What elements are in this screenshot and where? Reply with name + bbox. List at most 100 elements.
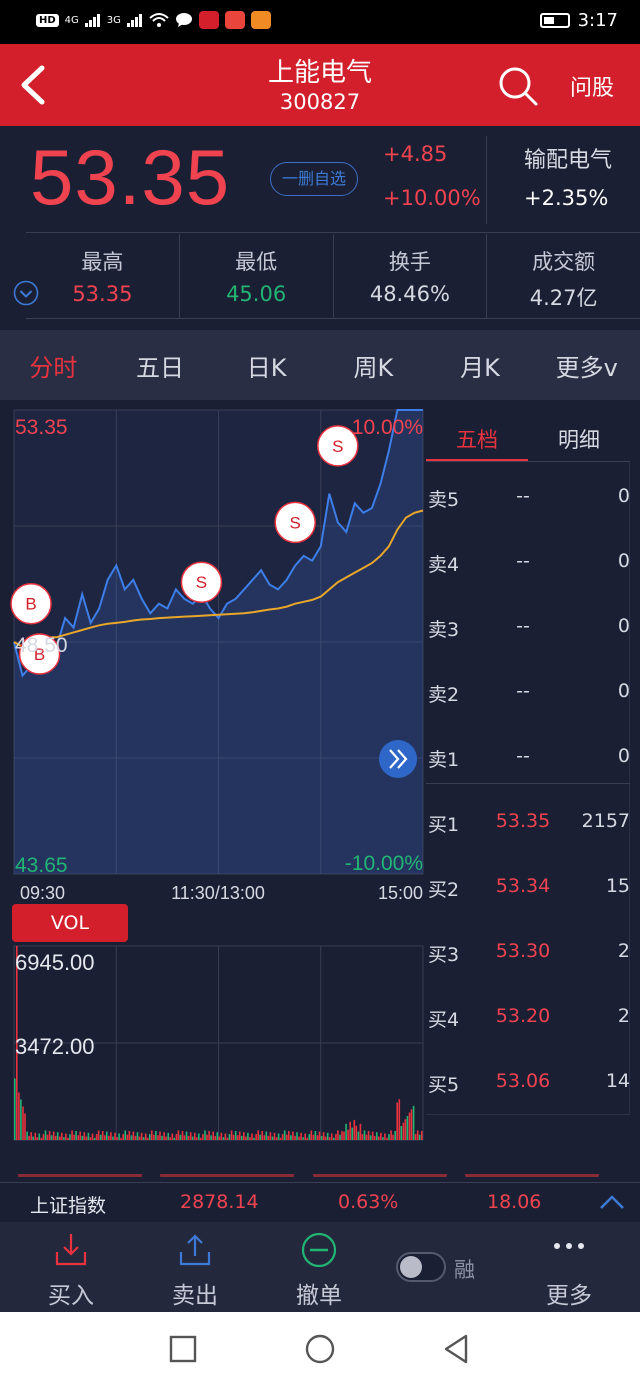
sell-mark[interactable]: S (180, 561, 223, 603)
status-bar: HD 4G 3G 3:17 (0, 0, 640, 44)
cancel-icon (301, 1232, 337, 1268)
order-book-row: 买4 53.20 2 (426, 1005, 630, 1035)
price-max-label: 53.35 (15, 416, 68, 439)
price-min-label: 43.65 (15, 854, 68, 877)
volume-bar (177, 1130, 180, 1140)
margin-toggle[interactable] (396, 1252, 446, 1282)
ask-stock-button[interactable]: 问股 (570, 70, 614, 102)
tab-intraday[interactable]: 分时 (0, 348, 107, 383)
stat-value: 48.46% (369, 282, 450, 306)
volume-bar (333, 1137, 335, 1140)
sector-change: +2.35% (524, 186, 609, 210)
intraday-chart[interactable]: BBSSS 53.35 48.50 43.65 10.00% -10.00% 0… (0, 400, 426, 1160)
volume-bar (312, 1134, 315, 1140)
volume-bar (175, 1134, 178, 1140)
volume-bar (140, 1132, 143, 1140)
remove-favorite-button[interactable]: 一删自选 (270, 162, 358, 196)
volume-bar (308, 1134, 311, 1140)
search-icon[interactable] (496, 64, 540, 108)
volume-bar (281, 1134, 284, 1140)
tab-monthly-k[interactable]: 月K (427, 348, 534, 383)
volume-indicator-button[interactable]: VOL (12, 904, 128, 942)
volume-bar (273, 1132, 276, 1140)
buy-mark[interactable]: B (10, 582, 52, 625)
volume-bar (341, 1131, 343, 1140)
expand-chart-button[interactable] (379, 740, 417, 778)
volume-bar (337, 1130, 339, 1140)
tab-daily-k[interactable]: 日K (213, 348, 320, 383)
volume-bar (52, 1131, 55, 1140)
volume-bar (355, 1125, 358, 1140)
volume-bar (104, 1135, 106, 1140)
volume-bar (46, 1134, 49, 1140)
tab-more[interactable]: 更多v (533, 348, 640, 383)
cancel-order-button[interactable]: 撤单 (264, 1222, 374, 1312)
more-button[interactable]: 更多 (514, 1222, 624, 1312)
level-price: -- (516, 615, 530, 637)
volume-bar (30, 1132, 32, 1140)
volume-bar (402, 1122, 405, 1140)
volume-bar (247, 1132, 249, 1140)
sell-button[interactable]: 卖出 (140, 1222, 250, 1312)
status-time: 3:17 (577, 10, 618, 31)
level-volume: 0 (617, 485, 630, 507)
volume-bar (263, 1135, 266, 1140)
buy-button[interactable]: 买入 (16, 1222, 126, 1312)
volume-bar (310, 1130, 313, 1140)
tab-five-levels[interactable]: 五档 (426, 420, 528, 462)
level-volume: 14 (605, 1070, 630, 1092)
tab-five-day[interactable]: 五日 (107, 348, 214, 383)
order-book-row: 卖4 -- 0 (426, 550, 630, 580)
level-name: 买3 (428, 944, 460, 966)
volume-bar (410, 1109, 413, 1140)
volume-bar (238, 1131, 241, 1140)
volume-bar (353, 1119, 356, 1140)
volume-bar (214, 1135, 216, 1140)
tab-details[interactable]: 明细 (528, 420, 630, 462)
chevron-down-icon[interactable] (13, 280, 39, 306)
chevron-up-icon[interactable] (598, 1193, 626, 1211)
volume-bar (128, 1131, 131, 1140)
volume-bar (298, 1136, 300, 1140)
stat-value: 53.35 (72, 282, 133, 306)
sector-name[interactable]: 输配电气 (524, 142, 612, 174)
volume-bar (359, 1123, 362, 1140)
volume-bar (275, 1137, 278, 1140)
volume-bar (376, 1132, 378, 1140)
volume-max-label: 6945.00 (15, 950, 95, 975)
more-label: 更多 (546, 1283, 592, 1309)
volume-bar (318, 1131, 321, 1140)
volume-bar (204, 1130, 206, 1140)
volume-bar (48, 1131, 51, 1140)
volume-bar (294, 1135, 296, 1140)
volume-bar (169, 1137, 171, 1140)
volume-bar (306, 1137, 308, 1140)
volume-bar (349, 1121, 351, 1140)
volume-bar (277, 1133, 280, 1140)
volume-mid-label: 3472.00 (15, 1034, 95, 1059)
index-pct: 0.63% (338, 1191, 399, 1213)
volume-bar (230, 1130, 233, 1140)
volume-bar (108, 1135, 110, 1140)
recent-apps-icon[interactable] (166, 1332, 200, 1366)
volume-bar (71, 1130, 73, 1140)
volume-bar (165, 1136, 167, 1140)
toggle-knob (400, 1256, 422, 1278)
signal-3g-label: 3G (106, 14, 121, 26)
sell-mark[interactable]: S (274, 501, 316, 544)
volume-bar (28, 1135, 30, 1140)
volume-bar (26, 1131, 28, 1140)
volume-bar (144, 1133, 147, 1140)
back-nav-icon[interactable] (440, 1332, 474, 1366)
volume-bar (61, 1132, 63, 1140)
index-ticker-bar[interactable]: 上证指数 2878.14 0.63% 18.06 (0, 1182, 640, 1222)
period-tabs: 分时 五日 日K 周K 月K 更多v (0, 330, 640, 400)
volume-bar (369, 1135, 372, 1140)
index-value: 2878.14 (180, 1191, 259, 1213)
home-icon[interactable] (303, 1332, 337, 1366)
volume-bar (202, 1134, 204, 1140)
header-bar: 上能电气 300827 问股 (0, 44, 640, 126)
tab-weekly-k[interactable]: 周K (320, 348, 427, 383)
volume-bar (22, 1106, 24, 1140)
volume-bar (418, 1134, 421, 1140)
